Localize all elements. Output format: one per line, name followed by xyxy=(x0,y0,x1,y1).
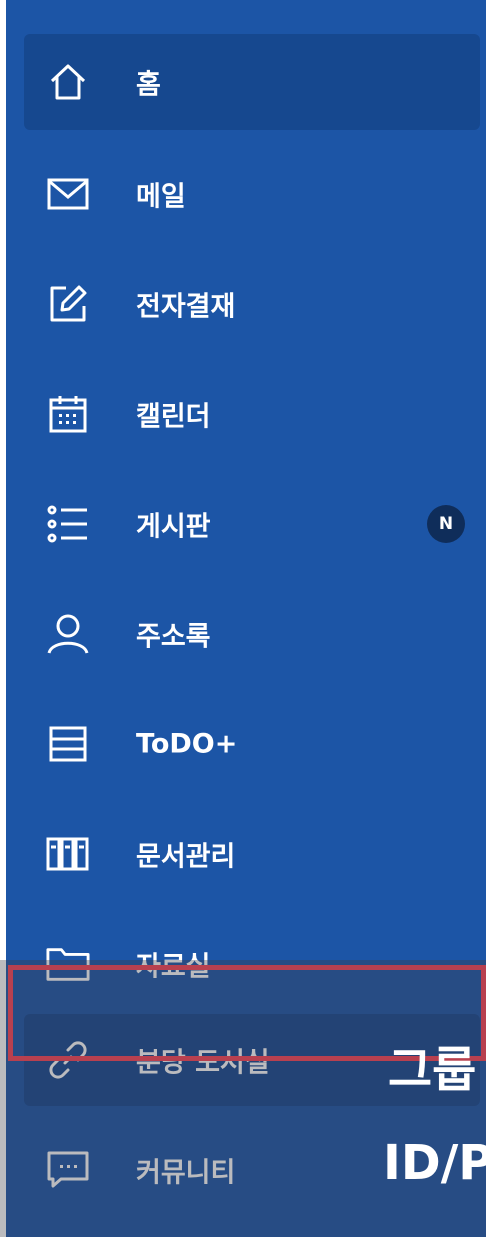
sidebar-item-label: 게시판 xyxy=(136,511,211,543)
new-badge: N xyxy=(427,505,465,543)
home-icon xyxy=(46,60,90,104)
sidebar-item-documents[interactable]: 문서관리 xyxy=(24,806,480,902)
page-edge xyxy=(486,0,495,1237)
sidebar-item-label: 메일 xyxy=(136,181,186,213)
sidebar-item-label: 전자결재 xyxy=(136,291,236,323)
binder-icon xyxy=(46,832,90,876)
edit-icon xyxy=(46,282,90,326)
sidebar-item-calendar[interactable]: 캘린더 xyxy=(24,366,480,462)
list-icon xyxy=(46,502,90,546)
overlay-caption-line1: 그룹 xyxy=(388,1042,477,1098)
overlay-caption-line2: ID/P xyxy=(383,1135,494,1191)
sidebar-item-approval[interactable]: 전자결재 xyxy=(24,256,480,352)
sidebar-item-label: 홈 xyxy=(136,69,161,101)
calendar-icon xyxy=(46,392,90,436)
sidebar-item-label: 주소록 xyxy=(136,621,211,653)
sidebar-item-label: 캘린더 xyxy=(136,401,211,433)
person-icon xyxy=(46,612,90,656)
sidebar-item-label: ToDO+ xyxy=(136,728,238,760)
sidebar-item-label: 문서관리 xyxy=(136,841,236,873)
sidebar-item-mail[interactable]: 메일 xyxy=(24,146,480,242)
sidebar-item-todo[interactable]: ToDO+ xyxy=(24,696,480,792)
sidebar-item-board[interactable]: 게시판 N xyxy=(24,476,480,572)
sidebar-item-home[interactable]: 홈 xyxy=(24,34,480,130)
lines-icon xyxy=(46,722,90,766)
mail-icon xyxy=(46,172,90,216)
sidebar-item-contacts[interactable]: 주소록 xyxy=(24,586,480,682)
